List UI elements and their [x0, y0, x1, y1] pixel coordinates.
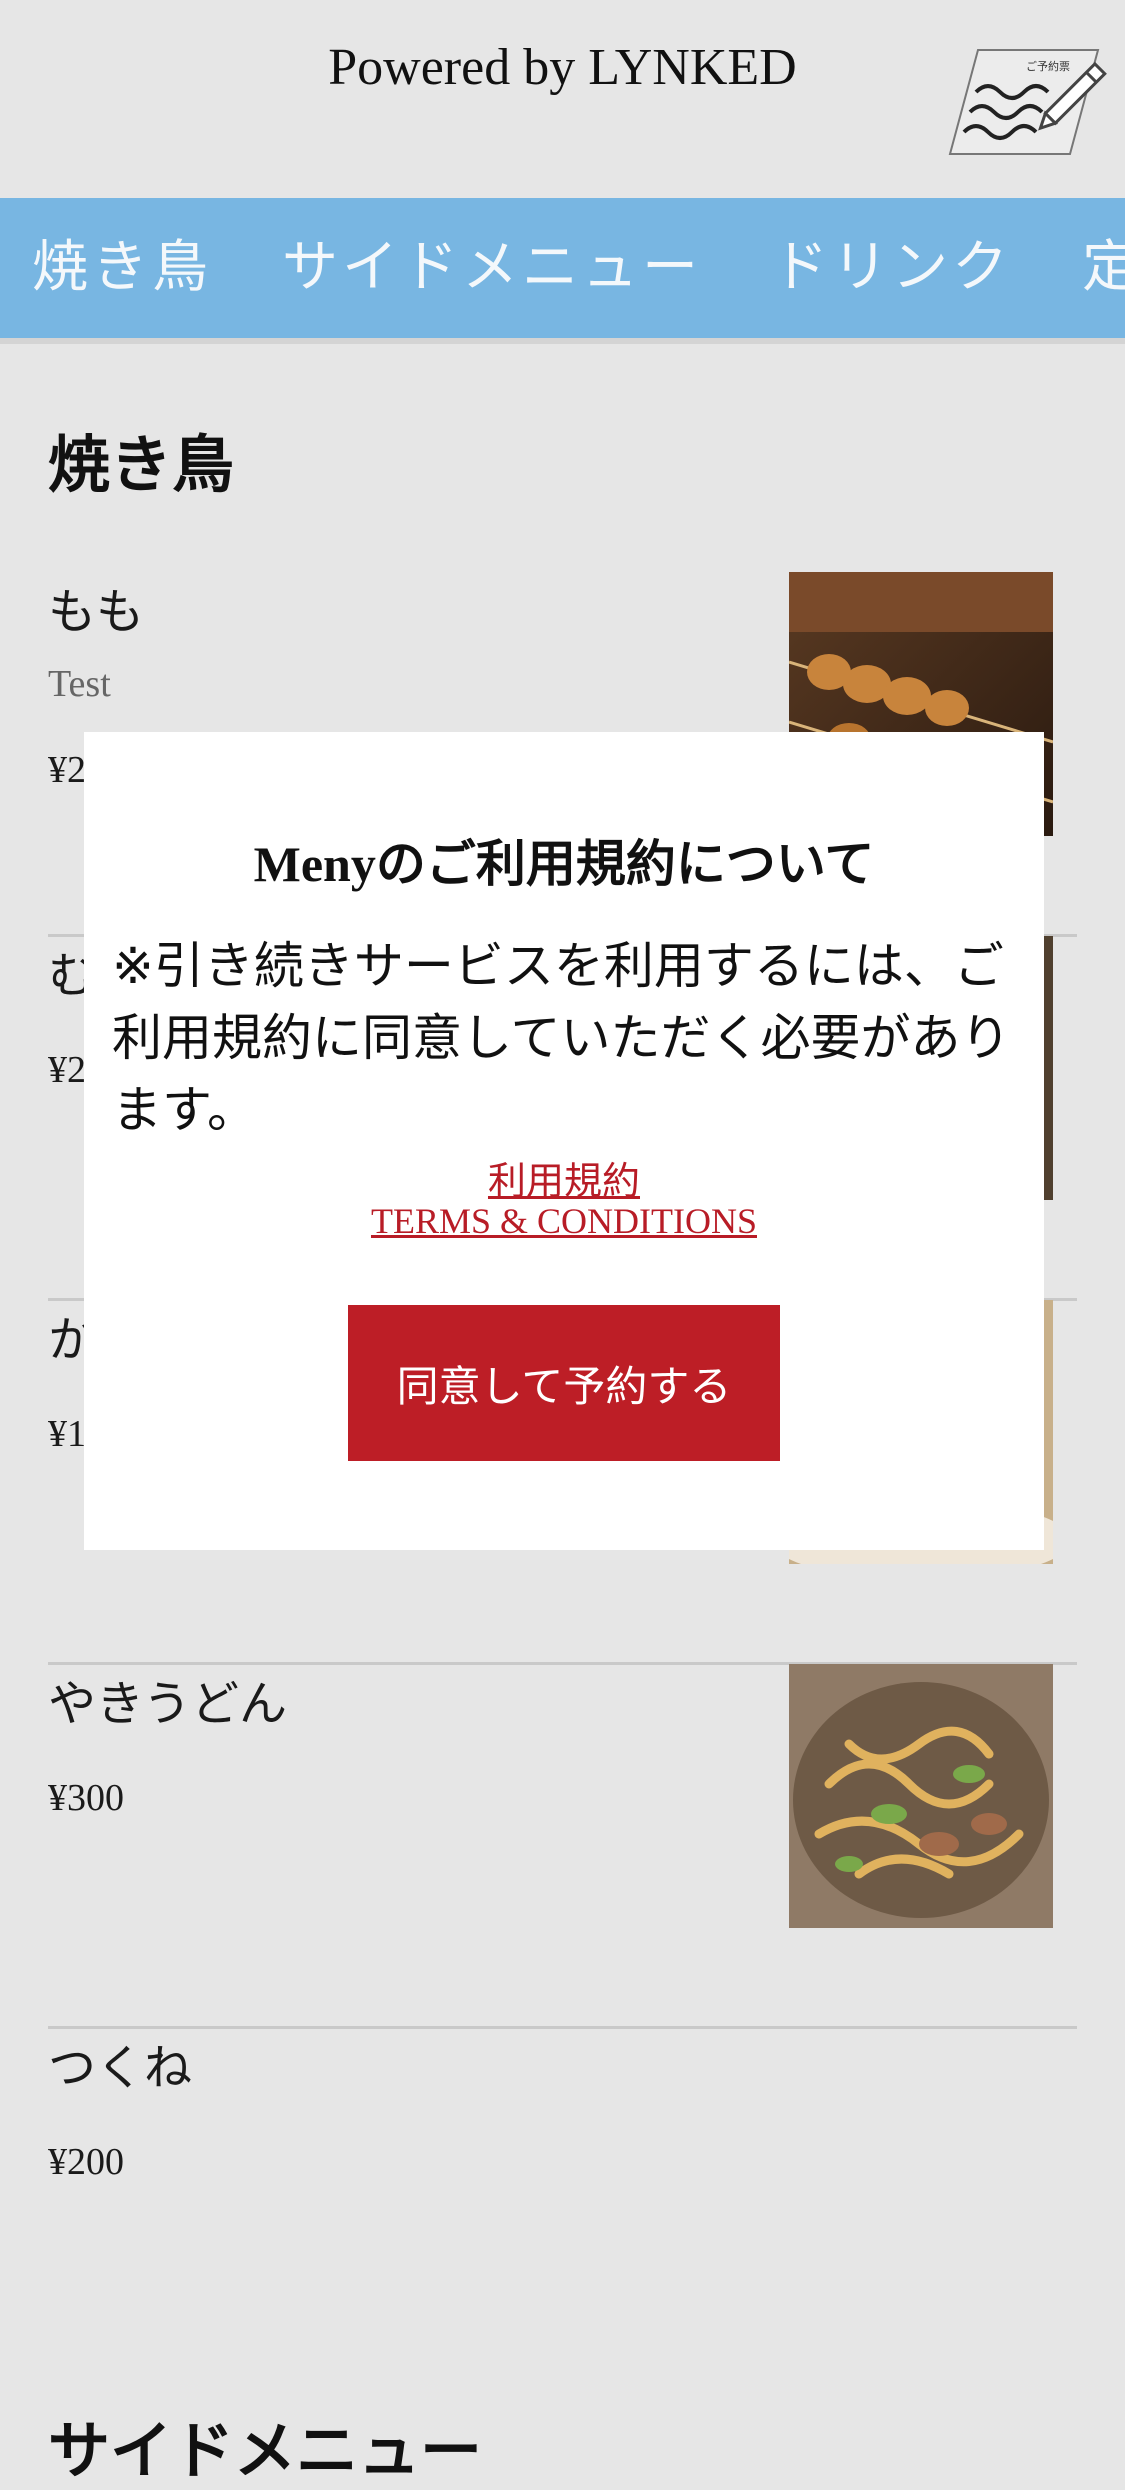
- terms-link-en[interactable]: TERMS & CONDITIONS: [84, 1200, 1044, 1242]
- agree-and-reserve-button[interactable]: 同意して予約する: [348, 1305, 780, 1461]
- terms-modal: Menyのご利用規約について ※引き続きサービスを利用するには、ご利用規約に同意…: [84, 732, 1044, 1550]
- modal-body-text: ※引き続きサービスを利用するには、ご利用規約に同意していただく必要があります。: [112, 937, 1011, 1139]
- terms-link-jp[interactable]: 利用規約: [84, 1150, 1044, 1205]
- modal-title: Menyのご利用規約について: [253, 836, 875, 892]
